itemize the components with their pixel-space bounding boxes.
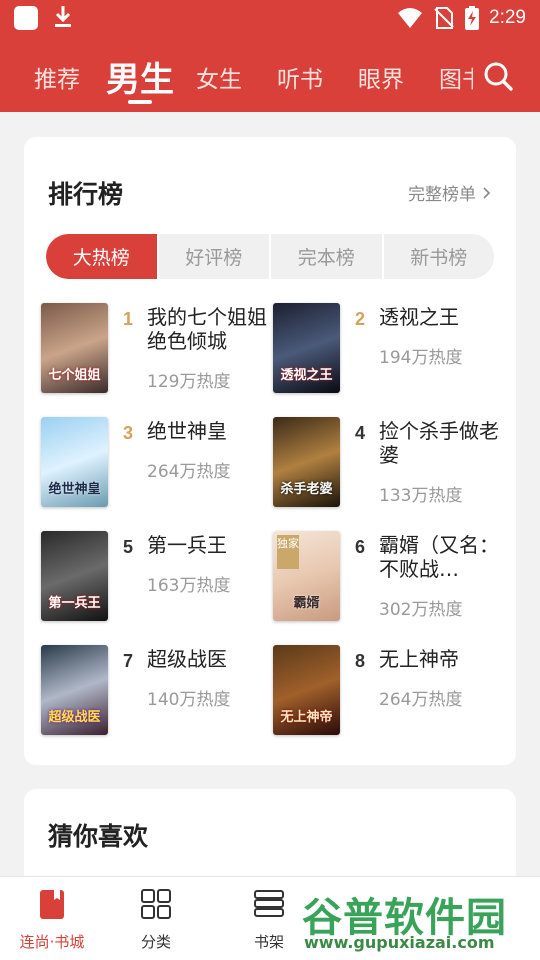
nav-category-label: 分类 [140, 933, 171, 951]
channel-tabs: 推荐 男生 女生 听书 眼界 图书 [0, 44, 540, 108]
tab-audiobook[interactable]: 听书 [277, 60, 323, 94]
book-cover: 超级战医 [41, 645, 108, 735]
cover-title: 绝世神皇 [48, 482, 101, 497]
ranking-segments: 大热榜 好评榜 完本榜 新书榜 [46, 234, 494, 279]
book-heat: 140万热度 [147, 690, 231, 710]
bookshelf-icon [254, 890, 284, 917]
no-sim-icon [434, 7, 454, 29]
ranking-title: 排行榜 [48, 180, 124, 209]
book-cover: 透视之王 [273, 303, 340, 393]
watermark: 谷普软件园 www.gupuxiazai.com [296, 883, 540, 955]
book-heat: 133万热度 [379, 486, 463, 506]
book-item-3[interactable]: 绝世神皇 3 绝世神皇 264万热度 [41, 417, 271, 509]
grid-icon [141, 889, 171, 919]
status-bar: 2:29 [0, 0, 540, 36]
rank-number: 3 [123, 423, 134, 443]
segment-finished[interactable]: 完本榜 [271, 234, 384, 279]
rank-number: 4 [355, 423, 366, 443]
nav-bookstore[interactable]: 连尚·书城 [0, 877, 107, 960]
guess-title: 猜你喜欢 [48, 822, 149, 851]
book-title: 霸婿（又名：不败战… [379, 533, 499, 581]
battery-charging-icon [465, 6, 480, 30]
tab-female[interactable]: 女生 [196, 60, 242, 94]
chevron-right-icon [483, 186, 490, 199]
book-heat: 302万热度 [379, 600, 463, 620]
book-heat: 129万热度 [147, 372, 231, 392]
cover-title: 透视之王 [280, 368, 333, 383]
book-cover: 杀手老婆 [273, 417, 340, 507]
bookstore-icon [40, 890, 64, 919]
book-title: 第一兵王 [147, 533, 227, 557]
book-item-6[interactable]: 独家 霸婿 6 霸婿（又名：不败战… 302万热度 [273, 531, 503, 623]
tab-recommend[interactable]: 推荐 [34, 60, 80, 94]
nav-bookstore-label: 连尚·书城 [19, 933, 85, 951]
app-notification-icon [14, 6, 38, 30]
cover-title: 杀手老婆 [280, 482, 333, 497]
wifi-icon [398, 8, 423, 28]
cover-title: 七个姐姐 [48, 368, 101, 383]
search-icon[interactable] [482, 60, 514, 92]
book-heat: 163万热度 [147, 576, 231, 596]
tab-books-label: 图书 [439, 67, 473, 93]
segment-hot[interactable]: 大热榜 [46, 234, 159, 279]
book-item-2[interactable]: 透视之王 2 透视之王 194万热度 [273, 303, 503, 395]
book-item-7[interactable]: 超级战医 7 超级战医 140万热度 [41, 645, 271, 737]
status-time: 2:29 [489, 7, 526, 28]
cover-title: 第一兵王 [48, 596, 101, 611]
watermark-url: www.gupuxiazai.com [304, 933, 495, 952]
app-header: 2:29 推荐 男生 女生 听书 眼界 图书 [0, 0, 540, 112]
book-item-4[interactable]: 杀手老婆 4 捡个杀手做老婆 133万热度 [273, 417, 503, 509]
book-title: 绝世神皇 [147, 419, 227, 443]
segment-praise[interactable]: 好评榜 [159, 234, 271, 279]
book-heat: 264万热度 [379, 690, 463, 710]
tab-books[interactable]: 图书 [439, 60, 473, 94]
exclusive-badge: 独家 [277, 535, 299, 569]
active-tab-indicator [128, 100, 152, 104]
book-cover: 第一兵王 [41, 531, 108, 621]
cover-title: 无上神帝 [280, 710, 333, 725]
tab-male[interactable]: 男生 [106, 52, 174, 101]
book-heat: 264万热度 [147, 462, 231, 482]
full-list-label: 完整榜单 [408, 185, 476, 205]
rank-number: 5 [123, 537, 134, 557]
ranking-card: 排行榜 完整榜单 大热榜 好评榜 完本榜 新书榜 七个姐姐 1 我的七个姐姐绝色… [24, 137, 516, 765]
rank-number: 1 [123, 309, 134, 329]
rank-number: 7 [123, 651, 134, 671]
book-title: 超级战医 [147, 647, 227, 671]
tab-horizon[interactable]: 眼界 [358, 60, 404, 94]
book-heat: 194万热度 [379, 348, 463, 368]
book-cover: 无上神帝 [273, 645, 340, 735]
book-title: 透视之王 [379, 305, 459, 329]
book-cover: 绝世神皇 [41, 417, 108, 507]
book-title: 无上神帝 [379, 647, 459, 671]
rank-number: 8 [355, 651, 366, 671]
cover-title: 超级战医 [48, 710, 101, 725]
book-cover: 七个姐姐 [41, 303, 108, 393]
segment-new[interactable]: 新书榜 [384, 234, 495, 279]
rank-number: 6 [355, 537, 366, 557]
download-icon [55, 6, 71, 27]
rank-number: 2 [355, 309, 366, 329]
book-item-5[interactable]: 第一兵王 5 第一兵王 163万热度 [41, 531, 271, 623]
nav-category[interactable]: 分类 [101, 877, 211, 960]
book-title: 捡个杀手做老婆 [379, 419, 499, 467]
book-item-1[interactable]: 七个姐姐 1 我的七个姐姐绝色倾城 129万热度 [41, 303, 271, 395]
full-list-link[interactable]: 完整榜单 [408, 180, 490, 205]
book-cover: 独家 霸婿 [273, 531, 340, 621]
cover-title: 霸婿 [293, 596, 320, 611]
book-item-8[interactable]: 无上神帝 8 无上神帝 264万热度 [273, 645, 503, 737]
book-title: 我的七个姐姐绝色倾城 [147, 305, 267, 353]
